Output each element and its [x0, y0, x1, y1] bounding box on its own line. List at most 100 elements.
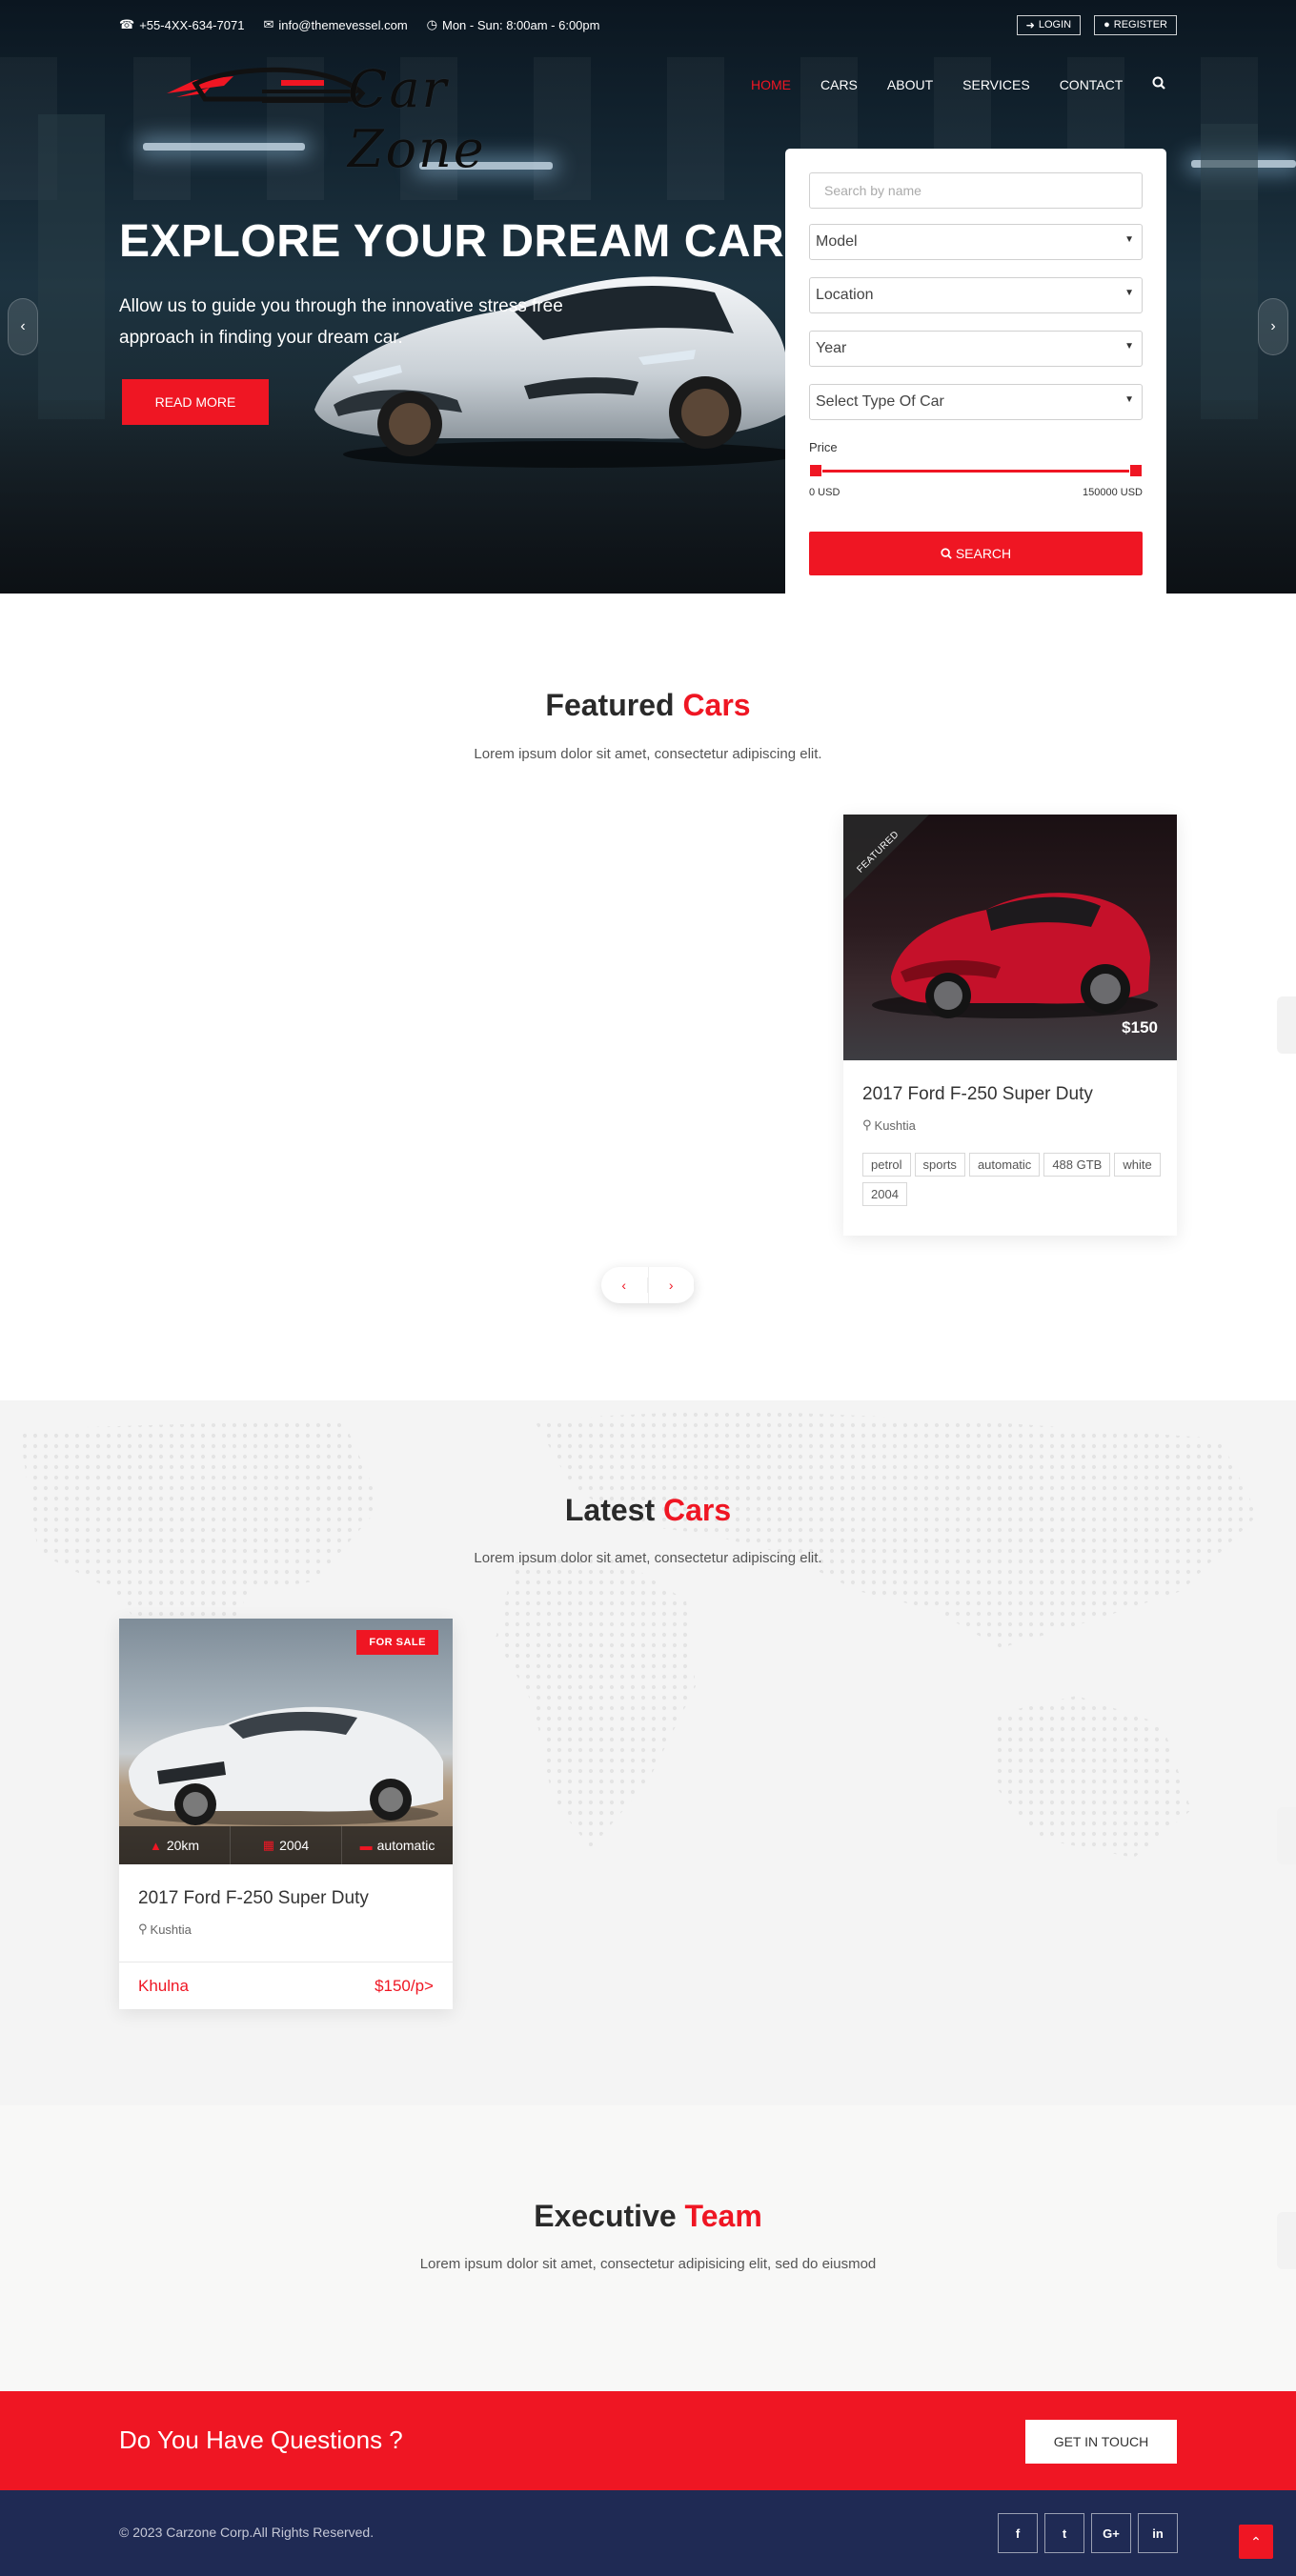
- user-icon: ●: [1104, 19, 1110, 30]
- sign-in-icon: ➜: [1025, 19, 1035, 31]
- latest-car-image[interactable]: FOR SALE ▲ 20km ▦ 2004 ▬ automatic: [119, 1619, 453, 1864]
- featured-title-highlight: Cars: [682, 688, 751, 722]
- phone-icon: ☎: [119, 17, 135, 31]
- email-info[interactable]: ✉ info@themevessel.com: [263, 17, 407, 32]
- featured-carousel-pager: ‹ ›: [601, 1267, 695, 1303]
- featured-car-tags: petrol sports automatic 488 GTB white 20…: [862, 1153, 1167, 1206]
- read-more-button[interactable]: READ MORE: [122, 379, 269, 425]
- social-links: f t G+ in: [998, 2513, 1178, 2553]
- latest-car-card[interactable]: FOR SALE ▲ 20km ▦ 2004 ▬ automatic 2017 For…: [119, 1619, 453, 2009]
- for-sale-badge: FOR SALE: [356, 1630, 438, 1655]
- price-max-value: 150000 USD: [1083, 487, 1143, 498]
- latest-title-highlight: Cars: [662, 1493, 732, 1527]
- search-button-label: SEARCH: [955, 546, 1012, 561]
- car-tag: 488 GTB: [1043, 1153, 1111, 1177]
- executive-team-section: [0, 2105, 1296, 2391]
- featured-car-card[interactable]: FEATURED $150 2017 Ford F-250 Super Duty…: [843, 815, 1177, 1236]
- back-to-top-button[interactable]: ⌃: [1239, 2525, 1273, 2559]
- carousel-prev-button[interactable]: ‹: [601, 1267, 649, 1303]
- register-label: REGISTER: [1113, 19, 1167, 30]
- price-slider-max-handle[interactable]: [1129, 464, 1143, 477]
- price-slider-track[interactable]: [809, 470, 1143, 473]
- spec-transmission: ▬ automatic: [341, 1826, 453, 1864]
- hero-car-image: [314, 276, 791, 468]
- contact-info: ☎ +55-4XX-634-7071 ✉ info@themevessel.com …: [119, 17, 599, 32]
- featured-car-title[interactable]: 2017 Ford F-250 Super Duty: [862, 1084, 1093, 1105]
- slider-next-button[interactable]: ›: [1258, 298, 1288, 355]
- hero-pillar: [38, 114, 105, 419]
- top-bar: ☎ +55-4XX-634-7071 ✉ info@themevessel.com …: [119, 13, 1177, 36]
- chevron-up-icon: ⌃: [1250, 2533, 1262, 2549]
- latest-car-location-text: Kushtia: [150, 1922, 192, 1937]
- search-icon: [941, 548, 952, 559]
- email-address[interactable]: info@themevessel.com: [278, 18, 407, 32]
- logo-text: Car Zone: [348, 59, 486, 179]
- featured-title-part: Featured: [545, 688, 675, 722]
- search-name-input[interactable]: Search by name: [809, 172, 1143, 209]
- latest-car-city: Khulna: [138, 1976, 189, 1995]
- login-button[interactable]: ➜ LOGIN: [1016, 14, 1082, 35]
- search-icon[interactable]: [1152, 76, 1166, 92]
- slider-prev-button[interactable]: ‹: [8, 298, 38, 355]
- get-in-touch-button[interactable]: GET IN TOUCH: [1025, 2420, 1177, 2464]
- executive-section-title: Executive Team: [0, 2199, 1296, 2234]
- car-spec-bar: ▲ 20km ▦ 2004 ▬ automatic: [119, 1826, 453, 1864]
- twitter-icon[interactable]: t: [1044, 2513, 1084, 2553]
- chevron-down-icon: ▼: [1124, 341, 1134, 352]
- side-tab[interactable]: [1277, 996, 1296, 1054]
- nav-contact[interactable]: CONTACT: [1060, 77, 1124, 92]
- site-logo[interactable]: Car Zone: [167, 57, 567, 179]
- login-label: LOGIN: [1038, 19, 1072, 30]
- car-type-select[interactable]: Select Type Of Car ▼: [809, 384, 1143, 420]
- chevron-right-icon: ›: [1270, 318, 1276, 334]
- model-select[interactable]: Model ▼: [809, 224, 1143, 260]
- nav-services[interactable]: SERVICES: [962, 77, 1030, 92]
- carousel-next-button[interactable]: ›: [649, 1267, 695, 1303]
- facebook-icon[interactable]: f: [998, 2513, 1038, 2553]
- nav-cars[interactable]: CARS: [820, 77, 858, 92]
- price-min-value: 0 USD: [809, 487, 840, 498]
- spec-mileage-value: 20km: [166, 1838, 200, 1853]
- location-select[interactable]: Location ▼: [809, 277, 1143, 313]
- price-slider-min-handle[interactable]: [809, 464, 822, 477]
- featured-subtitle: Lorem ipsum dolor sit amet, consectetur …: [474, 746, 822, 762]
- phone-info: ☎ +55-4XX-634-7071: [119, 17, 244, 32]
- search-button[interactable]: SEARCH: [809, 532, 1143, 575]
- car-type-select-value: Select Type Of Car: [816, 393, 944, 410]
- executive-title-part: Executive: [534, 2199, 677, 2233]
- hero-pillar: [1201, 124, 1258, 419]
- executive-title-highlight: Team: [684, 2199, 762, 2233]
- linkedin-icon[interactable]: in: [1138, 2513, 1178, 2553]
- copyright-text: © 2023 Carzone Corp.All Rights Reserved.: [119, 2525, 375, 2540]
- year-select[interactable]: Year ▼: [809, 331, 1143, 367]
- latest-subtitle: Lorem ipsum dolor sit amet, consectetur …: [474, 1550, 822, 1566]
- car-search-form: Search by name Model ▼ Location ▼ Year ▼ Se…: [785, 149, 1166, 594]
- featured-car-image[interactable]: FEATURED $150: [843, 815, 1177, 1060]
- nav-home[interactable]: HOME: [751, 77, 791, 92]
- auth-buttons: ➜ LOGIN ● REGISTER: [1016, 14, 1177, 35]
- chevron-left-icon: ‹: [20, 318, 26, 334]
- chevron-right-icon: ›: [649, 1278, 695, 1293]
- nav-about[interactable]: ABOUT: [887, 77, 933, 92]
- latest-car-footer: Khulna $150/p>: [119, 1962, 453, 2009]
- car-tag: sports: [914, 1153, 965, 1177]
- latest-car-title[interactable]: 2017 Ford F-250 Super Duty: [138, 1888, 369, 1909]
- latest-car-price: $150/p>: [375, 1976, 434, 1995]
- map-marker-icon: ⚲: [138, 1922, 148, 1936]
- spec-year-value: 2004: [279, 1838, 310, 1853]
- price-slider-fill: [809, 470, 1143, 473]
- latest-title-part: Latest: [564, 1493, 656, 1527]
- side-tab[interactable]: [1277, 1807, 1296, 1864]
- hours-info: ◷ Mon - Sun: 8:00am - 6:00pm: [427, 17, 600, 32]
- latest-section-title: Latest Cars: [0, 1493, 1296, 1528]
- car-tag: white: [1114, 1153, 1161, 1177]
- chevron-down-icon: ▼: [1124, 234, 1134, 245]
- hero-section: ☎ +55-4XX-634-7071 ✉ info@themevessel.com …: [0, 0, 1296, 594]
- car-tag: 2004: [862, 1182, 907, 1206]
- year-select-value: Year: [816, 340, 847, 356]
- location-select-value: Location: [816, 287, 874, 303]
- opening-hours: Mon - Sun: 8:00am - 6:00pm: [442, 17, 600, 32]
- register-button[interactable]: ● REGISTER: [1094, 14, 1177, 35]
- google-plus-icon[interactable]: G+: [1091, 2513, 1131, 2553]
- featured-section-title: Featured Cars: [0, 688, 1296, 723]
